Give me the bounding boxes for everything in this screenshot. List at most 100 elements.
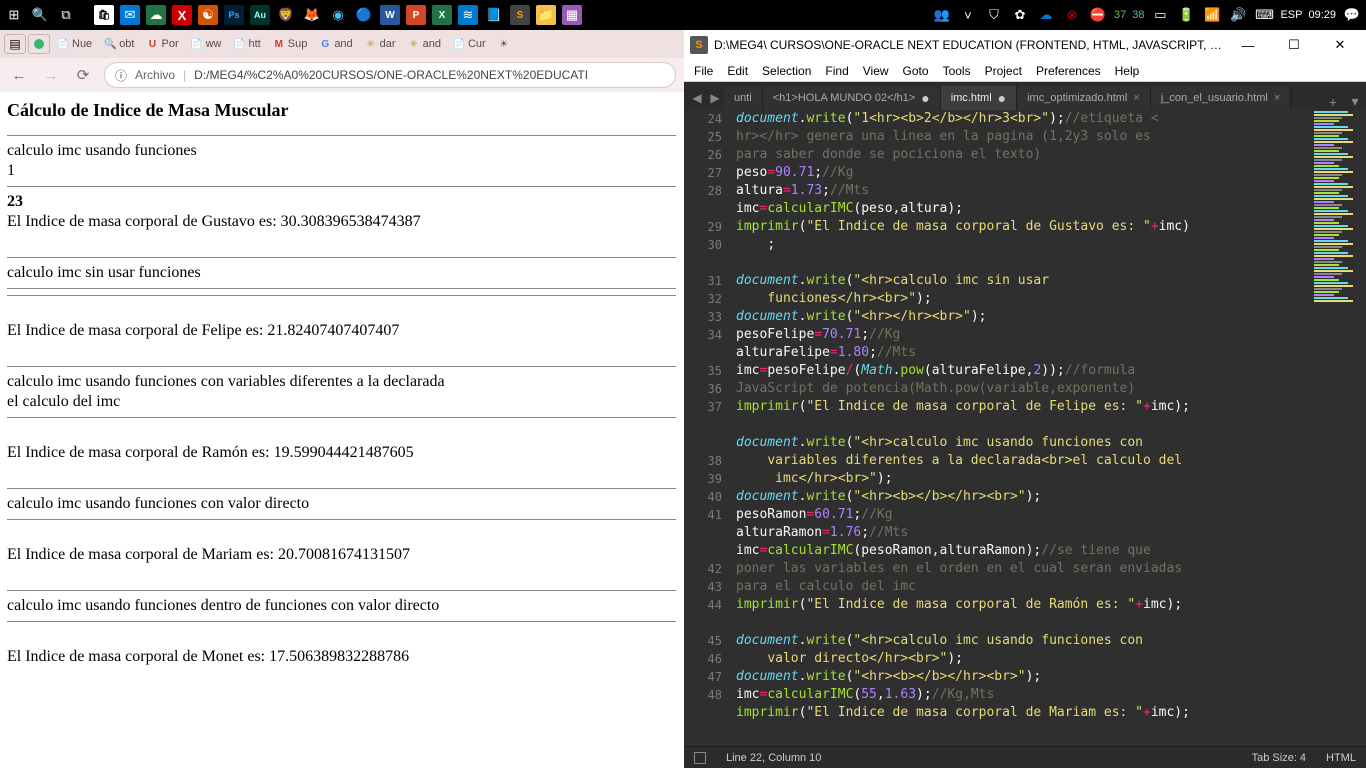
editor-tab[interactable]: imc_optimizado.html× bbox=[1017, 86, 1151, 110]
code-area[interactable]: document.write("1<hr><b>2</b></hr>3<br>"… bbox=[736, 110, 1306, 746]
text-line: El Indice de masa corporal de Mariam es:… bbox=[7, 546, 676, 564]
start-icon[interactable]: ⊞ bbox=[4, 5, 24, 25]
browser-tabstrip: ▤ 📄Nue 🔍obt UPor 📄ww 📄htt MSup Gand ✳dar… bbox=[0, 30, 684, 58]
back-button[interactable]: ← bbox=[8, 64, 30, 86]
task-view-icon[interactable]: ⧉ bbox=[56, 5, 76, 25]
brave-icon[interactable]: 🦁 bbox=[276, 5, 296, 25]
tab-prev-button[interactable]: ◀ bbox=[688, 86, 706, 110]
browser-tab[interactable]: 📄Cur bbox=[448, 33, 491, 55]
tab-next-button[interactable]: ▶ bbox=[706, 86, 724, 110]
editor-tab[interactable]: j_con_el_usuario.html× bbox=[1151, 86, 1291, 110]
browser-tab[interactable]: UPor bbox=[141, 33, 183, 55]
new-tab-button[interactable]: + bbox=[1322, 94, 1344, 110]
battery-icon[interactable]: 🔋 bbox=[1176, 5, 1196, 25]
tray-icon[interactable]: ✿ bbox=[1010, 5, 1030, 25]
menu-edit[interactable]: Edit bbox=[727, 64, 748, 78]
audition-icon[interactable]: Au bbox=[250, 5, 270, 25]
editor-tab-active[interactable]: imc.html● bbox=[941, 86, 1017, 110]
page-title: Cálculo de Indice de Masa Muscular bbox=[7, 100, 676, 121]
text-line: calculo imc usando funciones con variabl… bbox=[7, 373, 676, 391]
search-icon[interactable]: 🔍 bbox=[30, 5, 50, 25]
text-line: 23 bbox=[7, 193, 23, 210]
people-icon[interactable]: 👥 bbox=[932, 5, 952, 25]
lang-indicator[interactable]: ESP bbox=[1280, 9, 1302, 21]
forward-button[interactable]: → bbox=[40, 64, 62, 86]
tray-icon[interactable]: ▭ bbox=[1150, 5, 1170, 25]
tab-menu-button[interactable]: ▾ bbox=[1344, 93, 1366, 110]
browser-tab[interactable]: 📄htt bbox=[229, 33, 266, 55]
app-icon[interactable]: ☁ bbox=[146, 5, 166, 25]
browser-tab[interactable]: Gand bbox=[314, 33, 357, 55]
sidebar-button[interactable]: ▤ bbox=[4, 34, 26, 54]
browser-tab[interactable]: ✳and bbox=[403, 33, 446, 55]
close-button[interactable]: ✕ bbox=[1320, 31, 1360, 59]
text-line: El Indice de masa corporal de Monet es: … bbox=[7, 648, 676, 666]
editor-tab[interactable]: <h1>HOLA MUNDO 02</h1>● bbox=[763, 86, 941, 110]
minimize-button[interactable]: — bbox=[1228, 31, 1268, 59]
reload-button[interactable]: ⟳ bbox=[72, 64, 94, 86]
titlebar: S D:\MEG4\ CURSOS\ONE-ORACLE NEXT EDUCAT… bbox=[684, 30, 1366, 60]
chrome-icon[interactable]: 🔵 bbox=[354, 5, 374, 25]
browser-tab[interactable]: ☀ bbox=[493, 33, 515, 55]
browser-tab[interactable]: MSup bbox=[268, 33, 313, 55]
editor-tabstrip: ◀ ▶ unti <h1>HOLA MUNDO 02</h1>● imc.htm… bbox=[684, 82, 1366, 110]
browser-tab[interactable]: 📄Nue bbox=[52, 33, 97, 55]
browser-toolbar: ← → ⟳ ⓘ Archivo | D:/MEG4/%C2%A0%20CURSO… bbox=[0, 58, 684, 92]
app-icon[interactable]: 🛍 bbox=[94, 5, 114, 25]
text-line: El Indice de masa corporal de Gustavo es… bbox=[7, 213, 676, 231]
app-icon[interactable]: 📘 bbox=[484, 5, 504, 25]
chevron-up-icon[interactable]: ˅ bbox=[958, 5, 978, 25]
browser-tab[interactable]: 🔍obt bbox=[99, 33, 139, 55]
sublime-icon[interactable]: S bbox=[510, 5, 530, 25]
menu-tools[interactable]: Tools bbox=[943, 64, 971, 78]
status-syntax[interactable]: HTML bbox=[1326, 752, 1356, 764]
tray-icon[interactable]: ⛉ bbox=[984, 5, 1004, 25]
code-editor[interactable]: 2425262728293031323334353637383940414243… bbox=[684, 110, 1366, 746]
wifi-icon[interactable]: 📶 bbox=[1202, 5, 1222, 25]
menubar[interactable]: File Edit Selection Find View Goto Tools… bbox=[684, 60, 1366, 82]
explorer-icon[interactable]: 📁 bbox=[536, 5, 556, 25]
app-icon[interactable]: ▦ bbox=[562, 5, 582, 25]
excel-icon[interactable]: X bbox=[432, 5, 452, 25]
menu-selection[interactable]: Selection bbox=[762, 64, 811, 78]
app-icon[interactable]: X bbox=[172, 5, 192, 25]
edge-icon[interactable]: ◉ bbox=[328, 5, 348, 25]
app-icon[interactable]: ✉ bbox=[120, 5, 140, 25]
text-line: calculo imc sin usar funciones bbox=[7, 264, 676, 282]
powerpoint-icon[interactable]: P bbox=[406, 5, 426, 25]
browser-tab[interactable]: 📄ww bbox=[186, 33, 227, 55]
menu-view[interactable]: View bbox=[863, 64, 889, 78]
maximize-button[interactable]: ☐ bbox=[1274, 31, 1314, 59]
menu-file[interactable]: File bbox=[694, 64, 713, 78]
menu-goto[interactable]: Goto bbox=[903, 64, 929, 78]
page-content: Cálculo de Indice de Masa Muscular calcu… bbox=[0, 92, 684, 768]
browser-tab[interactable]: ✳dar bbox=[360, 33, 401, 55]
vscode-icon[interactable]: ≋ bbox=[458, 5, 478, 25]
word-icon[interactable]: W bbox=[380, 5, 400, 25]
tray-icon[interactable]: ⊗ bbox=[1062, 5, 1082, 25]
tab-button[interactable] bbox=[28, 34, 50, 54]
menu-preferences[interactable]: Preferences bbox=[1036, 64, 1101, 78]
editor-tab[interactable]: unti bbox=[724, 86, 763, 110]
status-box-icon[interactable] bbox=[694, 752, 706, 764]
tray-number: 37 bbox=[1114, 9, 1126, 21]
status-tabsize[interactable]: Tab Size: 4 bbox=[1252, 752, 1306, 764]
statusbar: Line 22, Column 10 Tab Size: 4 HTML bbox=[684, 746, 1366, 768]
menu-help[interactable]: Help bbox=[1115, 64, 1140, 78]
address-bar[interactable]: ⓘ Archivo | D:/MEG4/%C2%A0%20CURSOS/ONE-… bbox=[104, 62, 676, 88]
onedrive-icon[interactable]: ☁ bbox=[1036, 5, 1056, 25]
browser-window: ▤ 📄Nue 🔍obt UPor 📄ww 📄htt MSup Gand ✳dar… bbox=[0, 30, 684, 768]
app-icon[interactable]: ☯ bbox=[198, 5, 218, 25]
notifications-icon[interactable]: 💬 bbox=[1342, 5, 1362, 25]
clock[interactable]: 09:29 bbox=[1308, 9, 1336, 21]
menu-find[interactable]: Find bbox=[825, 64, 848, 78]
menu-project[interactable]: Project bbox=[985, 64, 1022, 78]
text-line: el calculo del imc bbox=[7, 393, 676, 411]
tray-number: 38 bbox=[1132, 9, 1144, 21]
tray-icon[interactable]: ⌨ bbox=[1254, 5, 1274, 25]
volume-icon[interactable]: 🔊 bbox=[1228, 5, 1248, 25]
firefox-icon[interactable]: 🦊 bbox=[302, 5, 322, 25]
minimap[interactable] bbox=[1310, 110, 1366, 746]
photoshop-icon[interactable]: Ps bbox=[224, 5, 244, 25]
tray-icon[interactable]: ⛔ bbox=[1088, 5, 1108, 25]
